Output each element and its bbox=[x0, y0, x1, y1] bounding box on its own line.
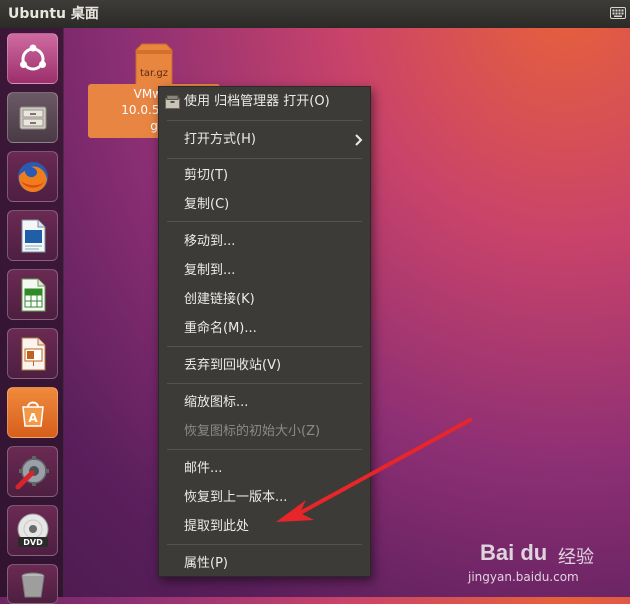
system-settings-icon[interactable] bbox=[7, 446, 58, 497]
software-center-icon[interactable]: A bbox=[7, 387, 58, 438]
baidu-watermark: Bai du 经验 jingyan.baidu.com bbox=[468, 540, 628, 592]
watermark-cn: 经验 bbox=[558, 547, 594, 568]
menu-item-label: 创建链接(K) bbox=[184, 292, 255, 307]
menu-item-restore-icon-size: 恢复图标的初始大小(Z) bbox=[159, 419, 370, 445]
files-icon[interactable] bbox=[7, 92, 58, 143]
top-panel: Ubuntu 桌面 bbox=[0, 0, 630, 28]
chevron-right-icon bbox=[355, 134, 363, 146]
menu-item-move-to[interactable]: 移动到... bbox=[159, 229, 370, 255]
menu-item-resize-icon[interactable]: 缩放图标... bbox=[159, 390, 370, 416]
menu-item-rename[interactable]: 重命名(M)... bbox=[159, 316, 370, 342]
menu-item-open-with[interactable]: 打开方式(H) bbox=[159, 127, 370, 153]
menu-separator bbox=[167, 346, 362, 347]
impress-icon[interactable] bbox=[7, 328, 58, 379]
menu-item-open-archive-manager[interactable]: 使用 归档管理器 打开(O) bbox=[159, 89, 370, 115]
menu-item-move-to-trash[interactable]: 丢弃到回收站(V) bbox=[159, 353, 370, 379]
menu-item-label: 使用 归档管理器 打开(O) bbox=[184, 94, 330, 109]
menu-item-properties[interactable]: 属性(P) bbox=[159, 551, 370, 577]
watermark-logo: Bai du bbox=[480, 540, 548, 565]
svg-text:DVD: DVD bbox=[23, 538, 43, 547]
menu-item-copy[interactable]: 复制(C) bbox=[159, 192, 370, 218]
menu-item-label: 缩放图标... bbox=[184, 395, 249, 410]
menu-item-label: 邮件... bbox=[184, 461, 223, 476]
menu-item-restore-previous-version[interactable]: 恢复到上一版本... bbox=[159, 485, 370, 511]
context-menu: 使用 归档管理器 打开(O) 打开方式(H) 剪切(T) 复制(C) 移动到..… bbox=[158, 86, 371, 577]
menu-separator bbox=[167, 449, 362, 450]
menu-item-extract-here[interactable]: 提取到此处 bbox=[159, 514, 370, 540]
menu-item-label: 恢复到上一版本... bbox=[184, 490, 288, 505]
menu-item-label: 复制(C) bbox=[184, 197, 230, 212]
archive-file-icon[interactable]: tar.gz bbox=[132, 42, 176, 88]
keyboard-icon[interactable] bbox=[610, 7, 626, 19]
ubuntu-dash-icon[interactable] bbox=[7, 33, 58, 84]
dvd-icon[interactable]: DVD bbox=[7, 505, 58, 556]
launcher: A DVD bbox=[0, 28, 64, 604]
menu-item-label: 重命名(M)... bbox=[184, 321, 257, 336]
archive-file-icon-text: tar.gz bbox=[140, 68, 168, 79]
menu-item-cut[interactable]: 剪切(T) bbox=[159, 163, 370, 189]
menu-separator bbox=[167, 158, 362, 159]
menu-item-label: 移动到... bbox=[184, 234, 236, 249]
firefox-icon[interactable] bbox=[7, 151, 58, 202]
menu-separator bbox=[167, 120, 362, 121]
menu-separator bbox=[167, 383, 362, 384]
menu-item-label: 恢复图标的初始大小(Z) bbox=[184, 424, 321, 439]
calc-icon[interactable] bbox=[7, 269, 58, 320]
watermark-url: jingyan.baidu.com bbox=[468, 570, 579, 584]
menu-item-label: 丢弃到回收站(V) bbox=[184, 358, 282, 373]
archive-manager-icon bbox=[165, 95, 180, 109]
menu-item-email[interactable]: 邮件... bbox=[159, 456, 370, 482]
menu-item-label: 复制到... bbox=[184, 263, 236, 278]
menu-item-label: 打开方式(H) bbox=[184, 132, 256, 147]
menu-separator bbox=[167, 544, 362, 545]
writer-icon[interactable] bbox=[7, 210, 58, 261]
menu-item-label: 剪切(T) bbox=[184, 168, 229, 183]
menu-item-label: 提取到此处 bbox=[184, 519, 250, 534]
window-title: Ubuntu 桌面 bbox=[8, 6, 99, 22]
svg-text:A: A bbox=[28, 411, 38, 425]
menu-item-create-link[interactable]: 创建链接(K) bbox=[159, 287, 370, 313]
trash-icon[interactable] bbox=[7, 564, 58, 604]
menu-item-copy-to[interactable]: 复制到... bbox=[159, 258, 370, 284]
menu-item-label: 属性(P) bbox=[184, 556, 228, 571]
menu-separator bbox=[167, 221, 362, 222]
